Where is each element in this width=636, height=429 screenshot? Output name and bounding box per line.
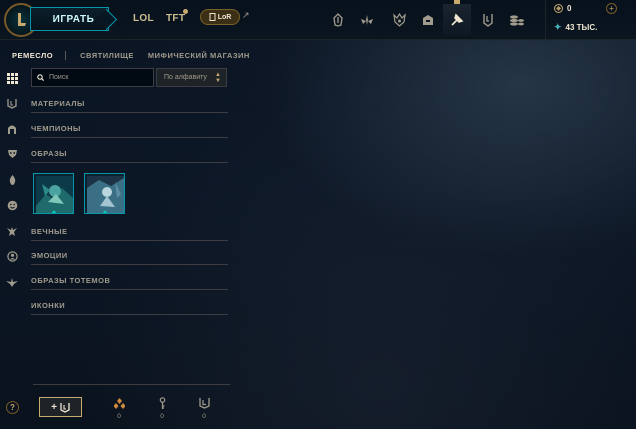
- ward-skins-icon[interactable]: [4, 223, 20, 239]
- bottom-divider: [33, 384, 230, 385]
- key-icon: [155, 396, 169, 410]
- lor-icon: [209, 13, 216, 21]
- emotes-icon[interactable]: [4, 197, 20, 213]
- subnav-divider: [65, 50, 67, 60]
- mode-tab-tft[interactable]: TFT: [166, 13, 185, 24]
- category-materials[interactable]: МАТЕРИАЛЫ: [31, 98, 228, 113]
- buy-rp-button[interactable]: +: [606, 3, 617, 14]
- other-icon[interactable]: [4, 274, 20, 290]
- category-ward-skins[interactable]: ОБРАЗЫ ТОТЕМОВ: [31, 275, 228, 290]
- tft-icon[interactable]: [353, 4, 381, 36]
- top-bar: ИГРАТЬ LOL TFT LoR ↗ ◈ 0 + ✦ 43 ТЫС.: [0, 0, 636, 40]
- champions-icon[interactable]: [4, 121, 20, 137]
- sort-dropdown[interactable]: По алфавиту ▲ ▼: [156, 68, 227, 87]
- add-label: +: [51, 401, 57, 413]
- category-label: МАТЕРИАЛЫ: [31, 99, 85, 108]
- home-icon[interactable]: [324, 4, 352, 36]
- orange-essence-counter: 0: [112, 396, 126, 420]
- chest-count: 0: [202, 413, 206, 420]
- orange-essence-count: 0: [117, 413, 121, 420]
- category-eternals[interactable]: ВЕЧНЫЕ: [31, 226, 228, 241]
- lor-label: LoR: [217, 13, 232, 21]
- rp-value: 0: [567, 4, 572, 13]
- rarity-marker-icon: [102, 210, 108, 213]
- icons-category-icon[interactable]: [4, 248, 20, 264]
- search-icon: [37, 74, 44, 81]
- add-key-fragment-button[interactable]: +: [39, 397, 82, 417]
- category-label: ОБРАЗЫ: [31, 149, 68, 158]
- skin-shard-card[interactable]: [33, 173, 74, 214]
- eternals-icon[interactable]: [4, 172, 20, 188]
- key-counter: 0: [155, 396, 169, 420]
- all-categories-icon[interactable]: [4, 70, 20, 86]
- rp-balance[interactable]: ◈ 0: [554, 4, 571, 13]
- category-skins[interactable]: ОБРАЗЫ: [31, 148, 228, 163]
- mode-tab-lol[interactable]: LOL: [133, 13, 154, 24]
- search-input[interactable]: [49, 74, 149, 81]
- collection-icon[interactable]: [414, 4, 442, 36]
- category-champions[interactable]: ЧЕМПИОНЫ: [31, 123, 228, 138]
- blue-essence-balance: ✦ 43 ТЫС.: [554, 22, 597, 33]
- search-field[interactable]: [31, 68, 154, 87]
- play-button[interactable]: ИГРАТЬ: [30, 7, 109, 31]
- subnav-mythic-shop[interactable]: МИФИЧЕСКИЙ МАГАЗИН: [148, 51, 250, 60]
- external-link-icon: ↗: [242, 10, 250, 20]
- help-button[interactable]: ?: [6, 401, 19, 414]
- skins-icon[interactable]: [4, 146, 20, 162]
- category-icons[interactable]: ИКОНКИ: [31, 300, 228, 315]
- loot-subnav: РЕМЕСЛО СВЯТИЛИЩЕ МИФИЧЕСКИЙ МАГАЗИН: [12, 48, 264, 62]
- notification-dot: [183, 9, 188, 14]
- clash-icon[interactable]: [474, 4, 502, 36]
- category-label: ЧЕМПИОНЫ: [31, 124, 81, 133]
- subnav-crafting[interactable]: РЕМЕСЛО: [12, 51, 53, 60]
- subnav-sanctum[interactable]: СВЯТИЛИЩЕ: [80, 51, 134, 60]
- currency-panel: ◈ 0 + ✦ 43 ТЫС.: [545, 0, 636, 40]
- rarity-marker-icon: [51, 210, 57, 213]
- category-label: ИКОНКИ: [31, 301, 66, 310]
- skin-shard-card[interactable]: [84, 173, 125, 214]
- category-label: ЭМОЦИИ: [31, 251, 68, 260]
- mode-tab-lor[interactable]: LoR: [200, 9, 240, 25]
- materials-icon[interactable]: [4, 95, 20, 111]
- blue-essence-value: 43 ТЫС.: [565, 23, 598, 32]
- category-emotes[interactable]: ЭМОЦИИ: [31, 250, 228, 265]
- orange-essence-icon: [112, 396, 126, 410]
- skin-art: [36, 176, 73, 213]
- key-count: 0: [160, 413, 164, 420]
- chest-icon: [197, 396, 211, 410]
- loot-icon[interactable]: [443, 0, 471, 36]
- blue-essence-icon: ✦: [554, 22, 562, 32]
- skin-art: [87, 176, 124, 213]
- background: [0, 0, 636, 429]
- store-icon[interactable]: [503, 4, 531, 36]
- sort-value: По алфавиту: [164, 74, 207, 81]
- sort-chevron-icon: ▲ ▼: [215, 72, 221, 84]
- profile-icon[interactable]: [385, 4, 413, 36]
- chest-counter: 0: [197, 396, 211, 420]
- category-label: ОБРАЗЫ ТОТЕМОВ: [31, 276, 111, 285]
- rp-icon: ◈: [554, 4, 563, 13]
- category-label: ВЕЧНЫЕ: [31, 227, 68, 236]
- chest-icon: [60, 402, 70, 413]
